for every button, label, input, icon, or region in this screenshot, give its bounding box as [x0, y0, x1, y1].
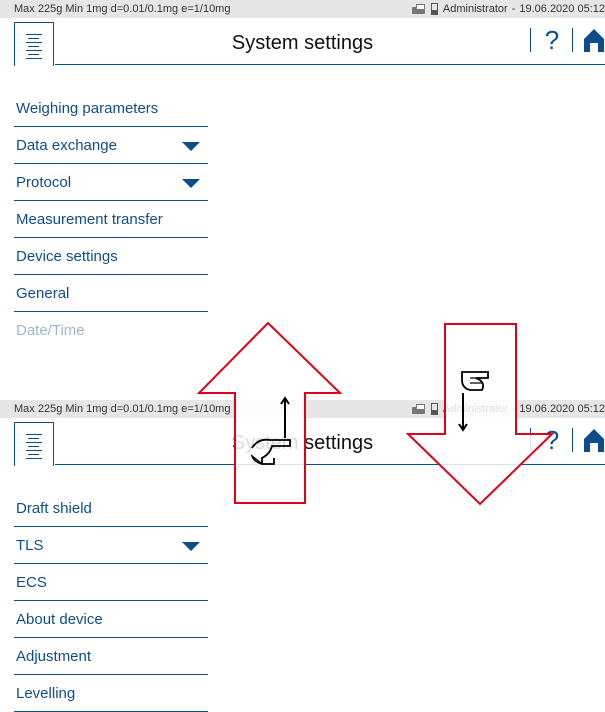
gesture-overlay	[196, 321, 555, 506]
swipe-up-arrow-icon	[196, 321, 343, 504]
swipe-down-arrow-icon	[405, 323, 555, 506]
